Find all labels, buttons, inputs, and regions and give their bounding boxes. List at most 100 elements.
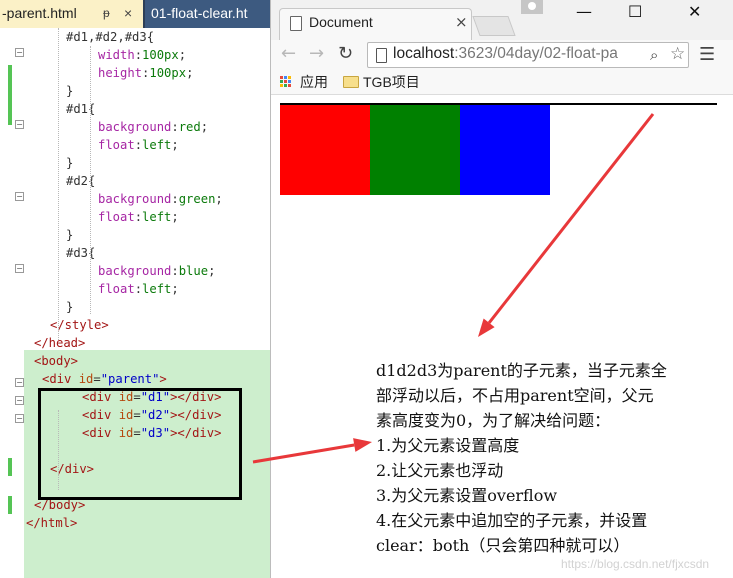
indent-guide (58, 410, 59, 490)
search-icon[interactable]: ⌕ (650, 46, 658, 64)
punctuation: ; (171, 138, 179, 152)
code-line[interactable]: } (66, 82, 73, 100)
bookmark-tgb[interactable]: TGB项目 (363, 72, 420, 92)
punctuation: ; (215, 192, 223, 206)
menu-icon[interactable]: ☰ (699, 44, 715, 65)
punctuation: : (134, 210, 143, 224)
css-property: float (98, 210, 135, 224)
note-line: 素高度变为0，为了解决给问题： (376, 411, 611, 430)
css-property: background (98, 264, 172, 278)
apps-icon[interactable] (280, 76, 292, 88)
punctuation: : (171, 120, 179, 134)
code-line[interactable]: background:green; (98, 190, 223, 208)
html-attr: id (78, 372, 94, 386)
bookmark-star-icon[interactable]: ☆ (670, 44, 685, 64)
fold-toggle-icon[interactable]: − (15, 378, 24, 387)
indent-guide (58, 28, 59, 340)
html-tag: > (159, 372, 167, 386)
css-value: left (142, 282, 172, 296)
fold-toggle-icon[interactable]: − (15, 264, 24, 273)
code-line[interactable]: float:left; (98, 280, 179, 298)
profile-icon[interactable] (521, 0, 543, 14)
html-tag: <div (42, 372, 79, 386)
close-icon[interactable]: × (455, 13, 468, 31)
folder-icon (343, 76, 359, 88)
punctuation: ; (208, 264, 216, 278)
code-text: } (66, 300, 74, 314)
css-value: blue (178, 264, 209, 278)
fold-toggle-icon[interactable]: − (15, 48, 24, 57)
note-line: d1d2d3为parent的子元素，当子元素全 (376, 361, 667, 380)
code-editor[interactable]: -parent.html ᵽ × 01-float-clear.ht − − − − −… (0, 0, 280, 578)
note-line: 4.在父元素中追加空的子元素，并设置 (376, 511, 648, 530)
code-line[interactable]: </html> (26, 514, 77, 532)
maximize-icon[interactable]: ☐ (628, 2, 642, 21)
html-tag: <body> (34, 354, 79, 368)
css-value: 100px (142, 48, 179, 62)
code-line[interactable]: #d1,#d2,#d3{ (66, 28, 154, 46)
note-line: 3.为父元素设置overflow (376, 486, 558, 505)
html-tag: </body> (34, 498, 86, 512)
back-icon[interactable]: ← (281, 43, 296, 64)
note-line: 2.让父元素也浮动 (376, 461, 504, 480)
code-line[interactable]: } (66, 226, 73, 244)
annotation-box (38, 388, 242, 500)
browser-toolbar: ← → ↻ localhost:3623/04day/02-float-pa ⌕… (271, 40, 733, 70)
code-line[interactable]: width:100px; (98, 46, 186, 64)
editor-tab-parent[interactable]: -parent.html ᵽ × (0, 0, 143, 28)
css-value: 100px (149, 66, 187, 80)
code-line[interactable]: background:red; (98, 118, 208, 136)
page-icon (290, 16, 302, 31)
browser-window: Document × — ☐ ✕ ← → ↻ localhost:3623/04… (270, 0, 733, 578)
fold-toggle-icon[interactable]: − (15, 120, 24, 129)
code-line[interactable]: } (66, 298, 73, 316)
page-info-icon[interactable] (376, 48, 387, 63)
css-property: height (98, 66, 143, 80)
code-line[interactable]: float:left; (98, 208, 179, 226)
punctuation: ; (200, 120, 209, 134)
code-line[interactable]: height:100px; (98, 64, 193, 82)
css-selector: #d1,#d2,#d3{ (66, 30, 155, 44)
editor-tab-label: -parent.html (2, 5, 77, 21)
url-text[interactable]: localhost:3623/04day/02-float-pa (393, 45, 618, 63)
punctuation: ; (178, 48, 187, 62)
fold-toggle-icon[interactable]: − (15, 192, 24, 201)
fold-toggle-icon[interactable]: − (15, 414, 24, 423)
close-icon[interactable]: × (124, 0, 132, 27)
code-text: } (66, 84, 74, 98)
code-line[interactable]: <body> (34, 352, 78, 370)
css-value: left (142, 210, 172, 224)
punctuation: ; (171, 282, 179, 296)
close-window-icon[interactable]: ✕ (688, 2, 701, 21)
punctuation: ; (171, 210, 179, 224)
html-tag: </html> (26, 516, 78, 530)
indent-guide (90, 46, 91, 314)
pin-icon[interactable]: ᵽ (103, 0, 110, 27)
browser-tab[interactable]: Document × (279, 8, 472, 40)
code-text: } (66, 156, 74, 170)
bookmark-apps[interactable]: 应用 (300, 72, 328, 92)
css-value: left (142, 138, 172, 152)
minimize-icon[interactable]: — (576, 2, 592, 21)
address-bar[interactable]: localhost:3623/04day/02-float-pa ⌕ ☆ (367, 42, 689, 68)
css-property: float (98, 138, 135, 152)
d1-box (280, 105, 370, 195)
editor-tab-label: 01-float-clear.ht (151, 5, 248, 21)
html-attr-value: "parent" (100, 372, 160, 386)
html-tag: </head> (34, 336, 86, 350)
code-line[interactable]: } (66, 154, 73, 172)
page-viewport: d1d2d3为parent的子元素，当子元素全 部浮动以后，不占用parent空… (271, 95, 733, 578)
editor-tab-float-clear[interactable]: 01-float-clear.ht (145, 0, 280, 28)
punctuation: : (134, 48, 143, 62)
forward-icon[interactable]: → (309, 43, 324, 64)
code-line[interactable]: background:blue; (98, 262, 215, 280)
reload-icon[interactable]: ↻ (338, 43, 353, 64)
d2-box (370, 105, 460, 195)
code-line[interactable]: </head> (34, 334, 85, 352)
code-line[interactable]: float:left; (98, 136, 179, 154)
fold-toggle-icon[interactable]: − (15, 396, 24, 405)
css-value: green (178, 192, 216, 206)
code-line[interactable]: <div id="parent"> (42, 370, 167, 388)
punctuation: ; (186, 66, 194, 80)
new-tab-button[interactable] (472, 16, 516, 36)
